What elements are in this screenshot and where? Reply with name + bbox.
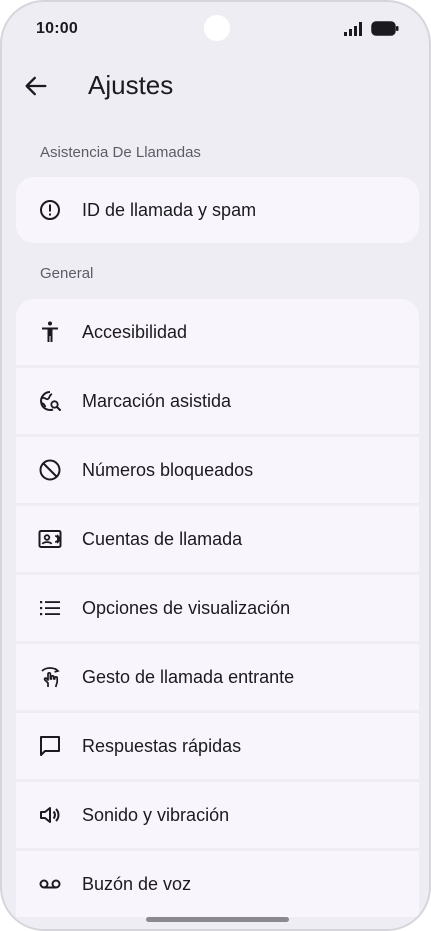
settings-item-label: Marcación asistida (82, 391, 232, 411)
back-arrow-icon[interactable] (22, 72, 50, 100)
settings-item-label: Números bloqueados (82, 460, 254, 480)
settings-item-caller-id-spam[interactable]: ID de llamada y spam (16, 177, 419, 243)
volume-icon (40, 807, 60, 823)
phone-screen: 10:00 Ajustes Asistencia De Llamadas ID … (0, 0, 431, 931)
settings-item-label: Opciones de visualización (82, 598, 291, 618)
battery-icon (371, 21, 399, 36)
general-card: Accesibilidad Marcación asistida Números… (16, 299, 419, 929)
settings-item-blocked-numbers[interactable]: Números bloqueados (16, 437, 419, 503)
settings-item-label: Accesibilidad (82, 322, 188, 342)
settings-item-voicemail[interactable]: Buzón de voz (16, 851, 419, 917)
settings-item-accessibility[interactable]: Accesibilidad (16, 299, 419, 365)
camera-cutout (204, 15, 230, 41)
settings-item-quick-responses[interactable]: Respuestas rápidas (16, 713, 419, 779)
status-time: 10:00 (36, 20, 78, 37)
settings-item-sound-vibration[interactable]: Sonido y vibración (16, 782, 419, 848)
alert-circle-icon (40, 200, 60, 220)
settings-item-label: Cuentas de llamada (82, 529, 243, 549)
settings-item-label: Gesto de llamada entrante (82, 667, 295, 687)
settings-item-label: Respuestas rápidas (82, 736, 242, 756)
chat-bubble-icon (40, 736, 60, 756)
contact-card-icon (38, 530, 62, 548)
list-icon (40, 601, 60, 616)
voicemail-icon (39, 879, 61, 889)
home-indicator[interactable] (146, 917, 289, 922)
section-header-general: General (40, 265, 94, 282)
settings-item-calling-accounts[interactable]: Cuentas de llamada (16, 506, 419, 572)
settings-item-label: Sonido y vibración (82, 805, 230, 825)
page-title: Ajustes (88, 70, 174, 100)
signal-icon (344, 22, 362, 36)
status-bar: 10:00 (2, 2, 429, 58)
gesture-icon (41, 667, 60, 688)
globe-search-icon (40, 391, 61, 411)
settings-item-assisted-dialing[interactable]: Marcación asistida (16, 368, 419, 434)
call-assist-card: ID de llamada y spam (16, 177, 419, 243)
block-icon (39, 459, 61, 481)
settings-item-incoming-call-gesture[interactable]: Gesto de llamada entrante (16, 644, 419, 710)
settings-item-display-options[interactable]: Opciones de visualización (16, 575, 419, 641)
settings-item-label: ID de llamada y spam (82, 200, 257, 220)
section-header-call-assist: Asistencia De Llamadas (40, 144, 201, 161)
accessibility-icon (42, 321, 58, 342)
settings-item-label: Buzón de voz (82, 874, 192, 894)
app-bar: Ajustes (2, 60, 429, 114)
